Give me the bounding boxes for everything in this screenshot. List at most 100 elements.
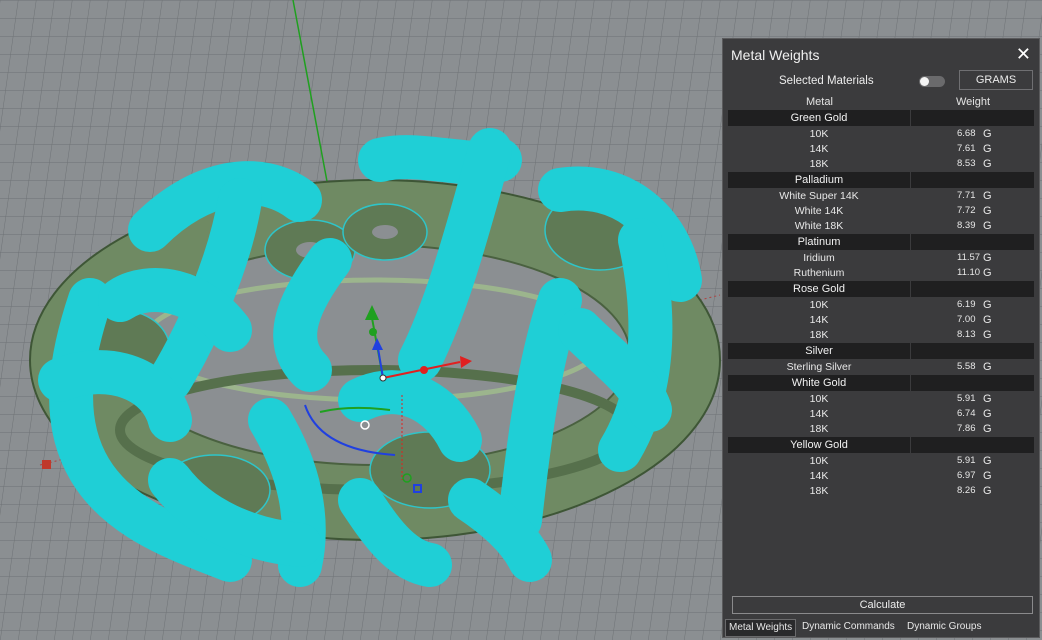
- table-row: 18K 8.26 G: [728, 484, 1034, 499]
- metal-weight-value: 8.26: [957, 485, 976, 496]
- group-name: Yellow Gold: [790, 439, 848, 451]
- panel-tabs: Metal Weights Dynamic Commands Dynamic G…: [723, 619, 1039, 637]
- metal-name: 10K: [809, 455, 829, 467]
- tab-dynamic-commands[interactable]: Dynamic Commands: [799, 621, 898, 632]
- table-row: Ruthenium 11.10 G: [728, 266, 1034, 281]
- group-header: Green Gold: [728, 110, 1034, 126]
- metal-name: Iridium: [803, 252, 835, 264]
- group-name: Rose Gold: [793, 283, 845, 295]
- group-divider: [910, 375, 911, 391]
- metal-weight-value: 5.91: [957, 455, 976, 466]
- table-row: 10K 5.91 G: [728, 392, 1034, 407]
- tab-dynamic-groups[interactable]: Dynamic Groups: [904, 621, 984, 632]
- group-name: Green Gold: [790, 112, 848, 124]
- metal-name: White 14K: [794, 205, 844, 217]
- group-header: Silver: [728, 343, 1034, 359]
- metal-name: 10K: [809, 393, 829, 405]
- weight-unit: G: [983, 143, 992, 155]
- metal-weight-value: 5.58: [957, 361, 976, 372]
- table-row: 18K 8.53 G: [728, 157, 1034, 172]
- table-row: 18K 7.86 G: [728, 422, 1034, 437]
- table-row: 14K 7.00 G: [728, 313, 1034, 328]
- weight-unit: G: [983, 158, 992, 170]
- tab-metal-weights[interactable]: Metal Weights: [725, 619, 797, 637]
- weight-unit: G: [983, 252, 992, 264]
- metal-weight-value: 7.86: [957, 423, 976, 434]
- weight-unit: G: [983, 361, 992, 373]
- group-header: Rose Gold: [728, 281, 1034, 297]
- group-name: Palladium: [794, 174, 844, 186]
- weight-unit: G: [983, 314, 992, 326]
- table-row: 14K 6.74 G: [728, 407, 1034, 422]
- group-header: Yellow Gold: [728, 437, 1034, 453]
- metal-weight-value: 7.71: [957, 190, 976, 201]
- table-row: White 14K 7.72 G: [728, 204, 1034, 219]
- metal-weight-value: 8.13: [957, 329, 976, 340]
- metal-weight-value: 7.00: [957, 314, 976, 325]
- metal-weight-value: 11.10: [957, 267, 981, 278]
- column-header-weight: Weight: [956, 96, 991, 108]
- gizmo-x-handle[interactable]: [420, 366, 428, 374]
- group-divider: [910, 343, 911, 359]
- x-axis-end-marker: [42, 460, 51, 469]
- metal-name: 18K: [809, 485, 829, 497]
- weight-unit: G: [983, 128, 992, 140]
- group-header: White Gold: [728, 375, 1034, 391]
- table-row: 10K 6.68 G: [728, 127, 1034, 142]
- metal-weight-value: 11.57: [957, 252, 981, 263]
- table-row: 14K 7.61 G: [728, 142, 1034, 157]
- weight-unit: G: [983, 220, 992, 232]
- metal-name: White Super 14K: [779, 190, 859, 202]
- metal-weight-value: 8.53: [957, 158, 976, 169]
- calculate-button[interactable]: Calculate: [732, 596, 1033, 614]
- weight-unit: G: [983, 455, 992, 467]
- group-divider: [910, 437, 911, 453]
- gizmo-y-handle[interactable]: [369, 328, 377, 336]
- metal-weight-value: 6.19: [957, 299, 976, 310]
- group-header: Palladium: [728, 172, 1034, 188]
- metal-name: 10K: [809, 299, 829, 311]
- selected-materials-label: Selected Materials: [779, 75, 874, 87]
- metal-weight-value: 6.97: [957, 470, 976, 481]
- weight-unit: G: [983, 190, 992, 202]
- weight-unit: G: [983, 485, 992, 497]
- selected-materials-toggle[interactable]: [919, 76, 945, 87]
- group-divider: [910, 110, 911, 126]
- metal-name: 14K: [809, 470, 829, 482]
- metal-name: 18K: [809, 423, 829, 435]
- metal-weights-panel: Metal Weights ✕ Selected Materials GRAMS…: [722, 38, 1040, 638]
- weight-unit: G: [983, 470, 992, 482]
- metal-name: 18K: [809, 329, 829, 341]
- metal-name: 14K: [809, 143, 829, 155]
- weight-unit: G: [983, 408, 992, 420]
- weight-unit: G: [983, 299, 992, 311]
- weight-unit: G: [983, 329, 992, 341]
- close-icon[interactable]: ✕: [1016, 44, 1031, 64]
- group-divider: [910, 281, 911, 297]
- table-row: White 18K 8.39 G: [728, 219, 1034, 234]
- metal-name: 10K: [809, 128, 829, 140]
- table-row: 10K 5.91 G: [728, 454, 1034, 469]
- weight-unit: G: [983, 423, 992, 435]
- group-divider: [910, 234, 911, 250]
- group-name: White Gold: [791, 377, 847, 389]
- group-name: Platinum: [797, 236, 841, 248]
- metal-weight-value: 8.39: [957, 220, 976, 231]
- metal-name: Sterling Silver: [786, 361, 852, 373]
- metal-weight-value: 7.72: [957, 205, 976, 216]
- metal-weight-value: 6.68: [957, 128, 976, 139]
- metal-weight-value: 5.91: [957, 393, 976, 404]
- table-row: 10K 6.19 G: [728, 298, 1034, 313]
- weight-unit: G: [983, 267, 992, 279]
- table-row: Iridium 11.57 G: [728, 251, 1034, 266]
- group-divider: [910, 172, 911, 188]
- table-row: Sterling Silver 5.58 G: [728, 360, 1034, 375]
- panel-title: Metal Weights: [731, 47, 820, 63]
- group-name: Silver: [805, 345, 833, 357]
- weight-unit: G: [983, 205, 992, 217]
- metal-weights-table: Green Gold 10K 6.68 G 14K 7.61 G 18K 8.53 G Pallad…: [728, 110, 1034, 499]
- units-button[interactable]: GRAMS: [959, 70, 1033, 90]
- metal-name: 18K: [809, 158, 829, 170]
- metal-name: 14K: [809, 314, 829, 326]
- metal-name: Ruthenium: [793, 267, 845, 279]
